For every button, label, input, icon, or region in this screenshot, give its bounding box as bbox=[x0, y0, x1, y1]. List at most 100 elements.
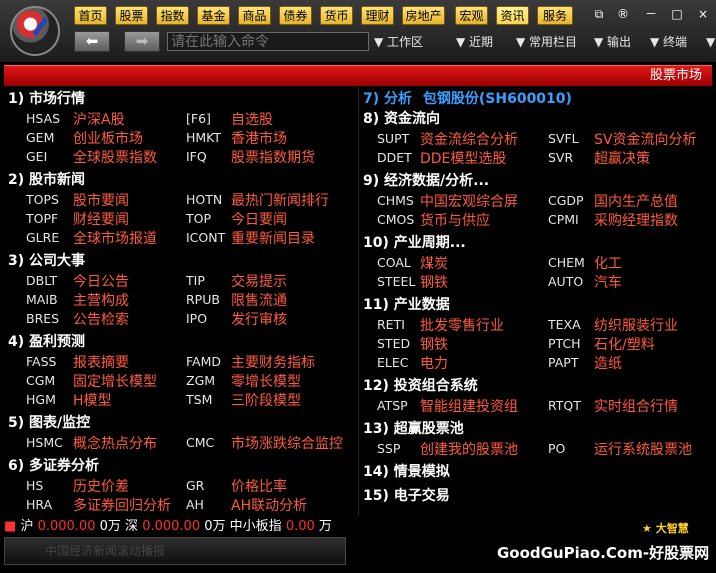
function-link[interactable]: DDE模型选股 bbox=[420, 148, 506, 168]
function-link[interactable]: 智能组建投资组 bbox=[420, 396, 518, 416]
section-heading[interactable]: 6) 多证券分析 bbox=[8, 455, 99, 475]
function-code[interactable]: TOPF bbox=[26, 211, 58, 226]
section-heading[interactable]: 15) 电子交易 bbox=[363, 485, 450, 505]
analysis-header[interactable]: 7) 分析 包钢股份(SH600010) bbox=[363, 88, 572, 108]
function-code[interactable]: IPO bbox=[186, 311, 207, 326]
function-code[interactable]: AUTO bbox=[548, 274, 583, 289]
function-code[interactable]: PAPT bbox=[548, 355, 578, 370]
function-code[interactable]: AH bbox=[186, 497, 204, 512]
function-link[interactable]: 全球股票指数 bbox=[73, 147, 157, 167]
function-code[interactable]: TSM bbox=[186, 392, 212, 407]
function-code[interactable]: CPMI bbox=[548, 212, 579, 227]
function-link[interactable]: 采购经理指数 bbox=[594, 210, 678, 230]
function-code[interactable]: ATSP bbox=[377, 398, 408, 413]
function-link[interactable]: 汽车 bbox=[594, 272, 622, 292]
function-link[interactable]: 货币与供应 bbox=[420, 210, 490, 230]
function-link[interactable]: 批发零售行业 bbox=[420, 315, 504, 335]
app-logo-icon[interactable] bbox=[10, 6, 60, 56]
function-link[interactable]: 创建我的股票池 bbox=[420, 439, 518, 459]
function-link[interactable]: 限售流通 bbox=[231, 290, 287, 310]
function-link[interactable]: 沪深A股 bbox=[73, 109, 125, 129]
menu-button-8[interactable]: 房地产 bbox=[402, 6, 445, 25]
menu-button-7[interactable]: 理财 bbox=[361, 6, 394, 25]
section-heading[interactable]: 3) 公司大事 bbox=[8, 250, 85, 270]
function-link[interactable]: 财经要闻 bbox=[73, 209, 129, 229]
function-code[interactable]: ZGM bbox=[186, 373, 215, 388]
section-heading[interactable]: 1) 市场行情 bbox=[8, 88, 85, 108]
section-heading[interactable]: 8) 资金流向 bbox=[363, 108, 440, 128]
function-link[interactable]: 实时组合行情 bbox=[594, 396, 678, 416]
section-heading[interactable]: 14) 情景模拟 bbox=[363, 461, 450, 481]
dropdown-4[interactable]: ▼ 终端 bbox=[650, 33, 687, 51]
forward-button[interactable]: ➡ bbox=[124, 31, 160, 52]
function-code[interactable]: PTCH bbox=[548, 336, 581, 351]
function-link[interactable]: 钢铁 bbox=[420, 334, 448, 354]
section-heading[interactable]: 11) 产业数据 bbox=[363, 294, 450, 314]
menu-button-10[interactable]: 资讯 bbox=[496, 6, 529, 25]
function-link[interactable]: 公告检索 bbox=[73, 309, 129, 329]
menu-button-11[interactable]: 服务 bbox=[537, 6, 573, 25]
function-link[interactable]: 石化/塑料 bbox=[594, 334, 655, 354]
function-code[interactable]: IFQ bbox=[186, 149, 207, 164]
section-heading[interactable]: 2) 股市新闻 bbox=[8, 169, 85, 189]
function-link[interactable]: 三阶段模型 bbox=[231, 390, 301, 410]
function-code[interactable]: CGM bbox=[26, 373, 55, 388]
register-icon[interactable]: ® bbox=[614, 5, 632, 23]
dropdown-0[interactable]: ▼ 工作区 bbox=[374, 33, 423, 51]
function-code[interactable]: MAIB bbox=[26, 292, 58, 307]
function-link[interactable]: 超赢决策 bbox=[594, 148, 650, 168]
function-code[interactable]: SSP bbox=[377, 441, 400, 456]
function-code[interactable]: HGM bbox=[26, 392, 56, 407]
function-code[interactable]: GR bbox=[186, 478, 204, 493]
function-code[interactable]: RETI bbox=[377, 317, 405, 332]
menu-button-5[interactable]: 债券 bbox=[279, 6, 312, 25]
menu-button-3[interactable]: 基金 bbox=[197, 6, 230, 25]
function-link[interactable]: 今日要闻 bbox=[231, 209, 287, 229]
function-link[interactable]: 自选股 bbox=[231, 109, 273, 129]
function-code[interactable]: HSMC bbox=[26, 435, 63, 450]
section-heading[interactable]: 9) 经济数据/分析... bbox=[363, 170, 489, 190]
function-code[interactable]: RTQT bbox=[548, 398, 581, 413]
function-link[interactable]: 今日公告 bbox=[73, 271, 129, 291]
function-link[interactable]: 纺织服装行业 bbox=[594, 315, 678, 335]
section-heading[interactable]: 10) 产业周期... bbox=[363, 232, 466, 252]
function-link[interactable]: 报表摘要 bbox=[73, 352, 129, 372]
maximize-icon[interactable]: □ bbox=[668, 5, 686, 23]
function-code[interactable]: SVFL bbox=[548, 131, 579, 146]
menu-button-4[interactable]: 商品 bbox=[238, 6, 271, 25]
function-code[interactable]: BRES bbox=[26, 311, 59, 326]
function-code[interactable]: ELEC bbox=[377, 355, 409, 370]
function-link[interactable]: 股票指数期货 bbox=[231, 147, 315, 167]
function-link[interactable]: 发行审核 bbox=[231, 309, 287, 329]
menu-button-2[interactable]: 指数 bbox=[156, 6, 189, 25]
function-link[interactable]: 历史价差 bbox=[73, 476, 129, 496]
menu-button-1[interactable]: 股票 bbox=[115, 6, 148, 25]
function-code[interactable]: CGDP bbox=[548, 193, 584, 208]
function-link[interactable]: 电力 bbox=[420, 353, 448, 373]
function-link[interactable]: 全球市场报道 bbox=[73, 228, 157, 248]
function-link[interactable]: 重要新闻目录 bbox=[231, 228, 315, 248]
function-code[interactable]: CHMS bbox=[377, 193, 414, 208]
dropdown-5[interactable]: ▼ 帮 bbox=[706, 33, 716, 51]
function-code[interactable]: [F6] bbox=[186, 111, 211, 126]
function-code[interactable]: COAL bbox=[377, 255, 411, 270]
function-code[interactable]: TEXA bbox=[548, 317, 581, 332]
section-heading[interactable]: 12) 投资组合系统 bbox=[363, 375, 478, 395]
dropdown-1[interactable]: ▼ 近期 bbox=[456, 33, 493, 51]
function-code[interactable]: HOTN bbox=[186, 192, 222, 207]
function-link[interactable]: 最热门新闻排行 bbox=[231, 190, 329, 210]
function-link[interactable]: 主营构成 bbox=[73, 290, 129, 310]
back-button[interactable]: ⬅ bbox=[74, 31, 110, 52]
function-code[interactable]: GLRE bbox=[26, 230, 59, 245]
function-link[interactable]: H模型 bbox=[73, 390, 112, 410]
menu-button-9[interactable]: 宏观 bbox=[455, 6, 488, 25]
function-code[interactable]: PO bbox=[548, 441, 565, 456]
function-link[interactable]: 资金流综合分析 bbox=[420, 129, 518, 149]
section-heading[interactable]: 5) 图表/监控 bbox=[8, 412, 90, 432]
function-code[interactable]: FASS bbox=[26, 354, 56, 369]
function-code[interactable]: HMKT bbox=[186, 130, 221, 145]
dropdown-2[interactable]: ▼ 常用栏目 bbox=[516, 33, 577, 51]
function-code[interactable]: STEEL bbox=[377, 274, 415, 289]
function-code[interactable]: HRA bbox=[26, 497, 52, 512]
function-link[interactable]: 固定增长模型 bbox=[73, 371, 157, 391]
